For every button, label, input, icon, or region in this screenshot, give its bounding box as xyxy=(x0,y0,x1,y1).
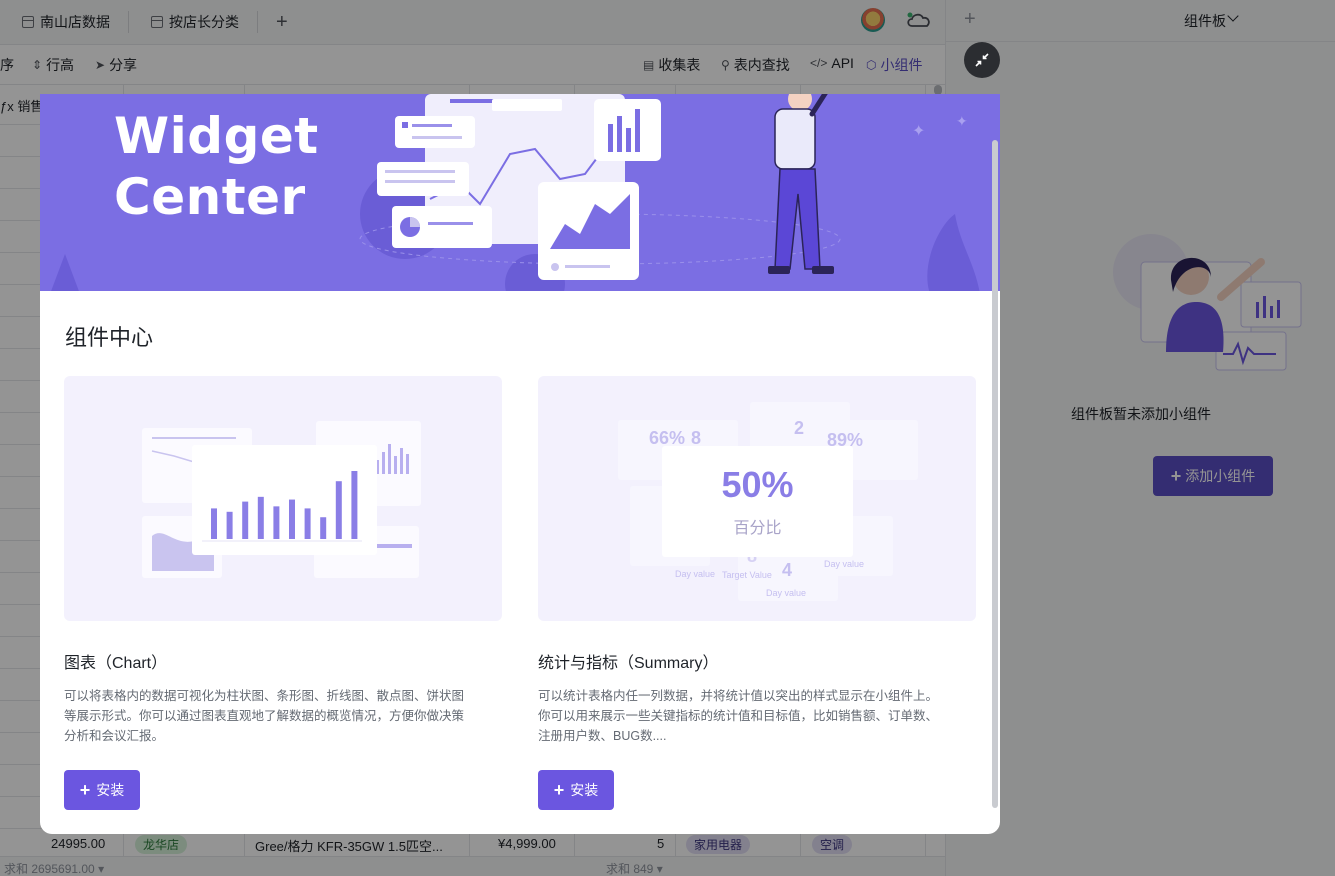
summary-bg-label: Day value xyxy=(766,588,807,598)
banner-title-line1: Widget xyxy=(114,107,319,165)
chart-preview-bar xyxy=(320,517,327,539)
chart-preview-bar xyxy=(335,481,342,539)
summary-main-label: 百分比 xyxy=(733,520,782,537)
svg-text:✦: ✦ xyxy=(912,123,925,140)
chart-widget-preview[interactable] xyxy=(64,376,502,621)
chart-preview-bar xyxy=(211,508,217,539)
chart-preview-bar xyxy=(226,511,233,539)
chart-preview-bg-bar xyxy=(400,448,403,474)
chart-widget-description: 可以将表格内的数据可视化为柱状图、条形图、折线图、散点图、饼状图等展示形式。你可… xyxy=(64,689,465,743)
summary-widget-description: 可以统计表格内任一列数据，并将统计值以突出的样式显示在小组件上。你可以用来展示一… xyxy=(538,689,939,743)
chart-preview-bar xyxy=(351,471,358,539)
summary-bg-label: Day value xyxy=(824,559,865,569)
chart-preview-bg-bar xyxy=(406,454,409,474)
collapse-icon xyxy=(975,53,989,67)
banner-title-line2: Center xyxy=(114,168,306,226)
summary-main-value: 50% xyxy=(721,464,794,505)
summary-bg-label: Target Value xyxy=(722,570,772,580)
chart-widget-name: 图表（Chart） xyxy=(64,655,168,672)
install-summary-button[interactable]: + 安装 xyxy=(538,770,614,810)
svg-text:✦: ✦ xyxy=(956,113,968,129)
plus-icon: + xyxy=(79,780,91,800)
summary-widget-preview[interactable]: 66% 8 2 89% 8 4 Day value Target Value D… xyxy=(538,376,976,621)
chart-preview-bar xyxy=(289,499,295,539)
widget-center-banner: ✦ ✦ Widget Center xyxy=(40,94,1000,291)
summary-bg-value: 4 xyxy=(782,560,793,580)
chart-preview-bar xyxy=(242,501,249,539)
chart-preview-bar xyxy=(257,496,264,539)
chart-preview-bar xyxy=(304,508,311,539)
modal-title: 组件中心 xyxy=(65,325,154,350)
install-chart-button[interactable]: + 安装 xyxy=(64,770,140,810)
collapse-modal-button[interactable] xyxy=(964,42,1000,78)
summary-bg-label: Day value xyxy=(675,569,716,579)
plus-icon: + xyxy=(553,780,565,800)
chart-preview-illustration xyxy=(142,421,421,578)
summary-main-card: 50% 百分比 xyxy=(662,446,853,557)
summary-widget-name: 统计与指标（Summary） xyxy=(538,655,719,672)
install-label: 安装 xyxy=(570,782,599,798)
modal-scrollbar[interactable] xyxy=(992,140,998,808)
widget-center-modal: ✦ ✦ Widget Center 组件中心 图表（Chart） 可以将表格内的… xyxy=(40,94,1000,834)
chart-preview-bar xyxy=(273,506,280,539)
summary-bg-value: 2 xyxy=(794,418,805,438)
chart-preview-bg-bar xyxy=(382,452,385,474)
install-label: 安装 xyxy=(96,782,125,798)
chart-preview-bg-bar xyxy=(388,444,391,474)
chart-preview-bg-bar xyxy=(394,456,397,474)
banner-title: Widget Center xyxy=(114,106,319,228)
